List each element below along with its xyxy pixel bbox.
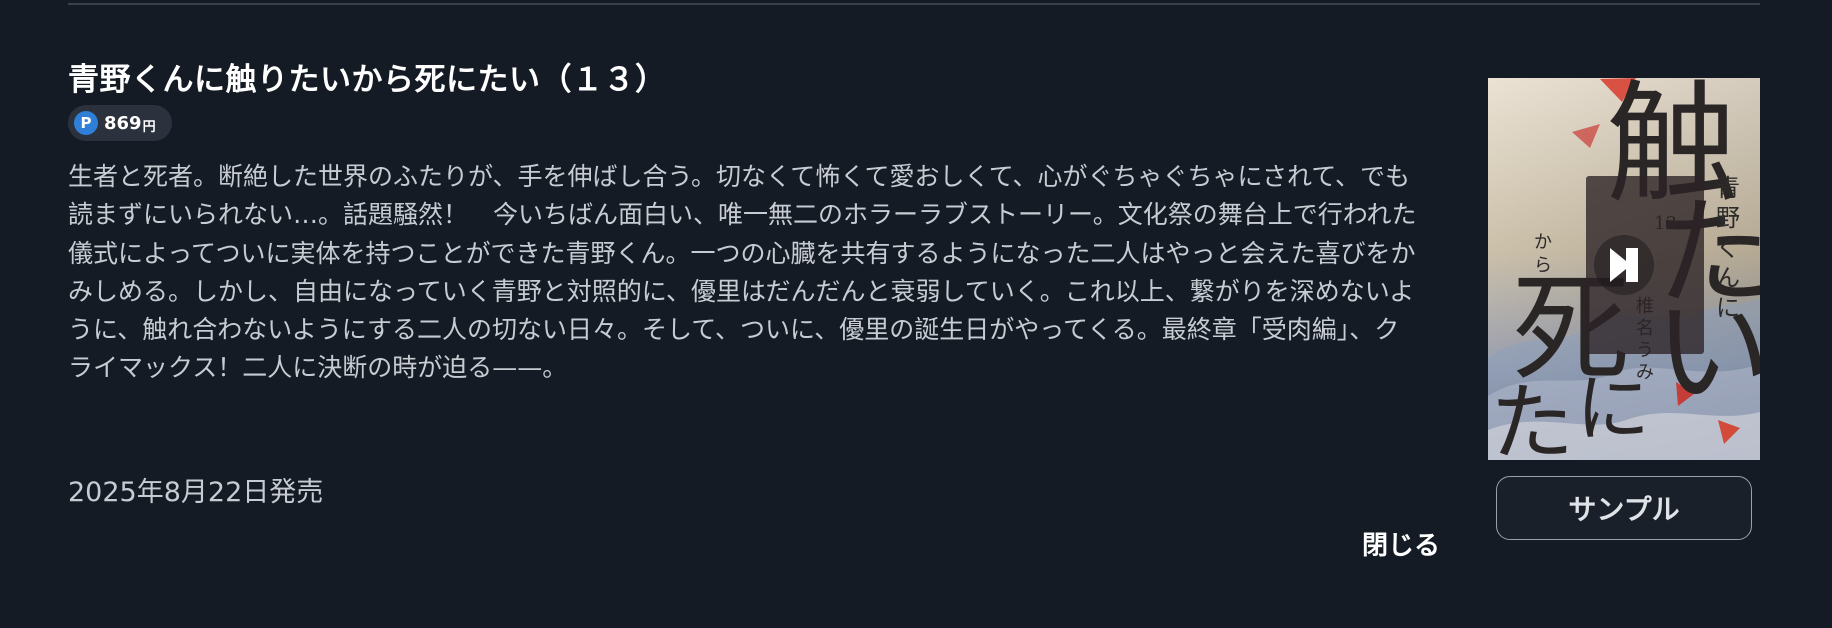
svg-text:た: た [1490, 374, 1574, 460]
price-badge: P 869 円 [68, 105, 172, 141]
price-amount: 869 [104, 112, 142, 134]
svg-text:青: 青 [1716, 174, 1740, 202]
book-cover-art: 触 た い 死 に た 青 野 く ん に か ら 13 椎 名 う み [1488, 78, 1760, 460]
book-title: 青野くんに触りたいから死にたい（１３） [68, 62, 667, 98]
svg-text:ん: ん [1716, 264, 1740, 292]
svg-text:か: か [1534, 232, 1552, 253]
point-icon: P [74, 111, 98, 135]
close-button[interactable]: 閉じる [1350, 526, 1440, 566]
svg-text:み: み [1636, 362, 1654, 383]
svg-text:に: に [1716, 294, 1740, 322]
price-unit: 円 [142, 119, 156, 135]
book-cover[interactable]: 触 た い 死 に た 青 野 く ん に か ら 13 椎 名 う み [1488, 78, 1760, 460]
svg-text:野: 野 [1716, 204, 1740, 232]
release-date: 2025年8月22日発売 [68, 477, 324, 508]
svg-text:く: く [1716, 234, 1740, 262]
top-divider [68, 3, 1760, 5]
svg-text:ら: ら [1534, 255, 1552, 276]
book-description: 生者と死者。断絶した世界のふたりが、手を伸ばし合う。切なくて怖くて愛おしくて、心… [68, 162, 1417, 383]
sample-button[interactable]: サンプル [1496, 476, 1752, 540]
